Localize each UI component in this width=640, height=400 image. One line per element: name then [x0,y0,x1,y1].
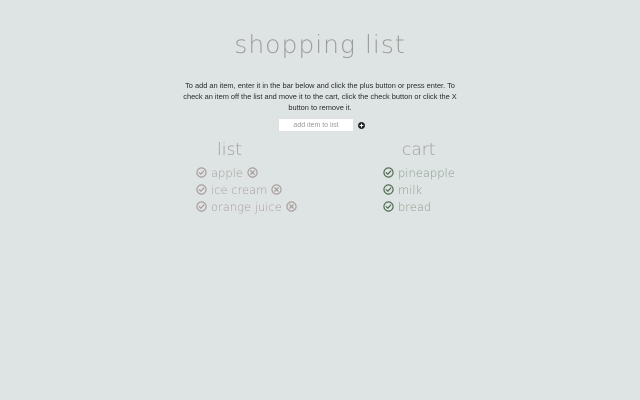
check-circle-icon[interactable] [383,201,394,212]
x-circle-icon[interactable] [247,167,258,178]
x-circle-icon[interactable] [286,201,297,212]
shopping-list-page: shopping list To add an item, enter it i… [0,0,640,400]
list-item-label: ice cream [211,182,268,197]
cart-item-label: pineapple [398,165,455,180]
list-item-label: apple [211,165,243,180]
x-circle-icon[interactable] [271,184,283,195]
cart-items: pineapple milk bread [383,164,459,215]
cart-item-label: bread [398,199,432,214]
check-circle-icon[interactable] [196,184,207,195]
add-item-input[interactable] [278,118,354,132]
list-item-label: orange juice [211,199,282,214]
list-item: apple [196,164,297,181]
check-circle-icon[interactable] [383,184,394,195]
cart-item: bread [383,198,459,215]
cart-header: cart [402,140,436,160]
check-circle-icon[interactable] [383,167,394,178]
cart-item-label: milk [398,182,423,197]
plus-icon[interactable] [358,121,365,129]
list-item: orange juice [196,198,297,215]
list-header: list [217,140,242,160]
cart-item: milk [383,181,459,198]
check-circle-icon[interactable] [196,201,207,212]
cart-column: cart pineapple milk bread [383,140,459,215]
page-title: shopping list [234,30,406,59]
add-item-row [278,118,365,132]
cart-item: pineapple [383,164,459,181]
instructions-text: To add an item, enter it in the bar belo… [183,81,457,112]
list-column: list apple ice cream orange juice [196,140,297,215]
check-circle-icon[interactable] [196,167,207,178]
list-item: ice cream [196,181,297,198]
list-items: apple ice cream orange juice [196,164,297,215]
